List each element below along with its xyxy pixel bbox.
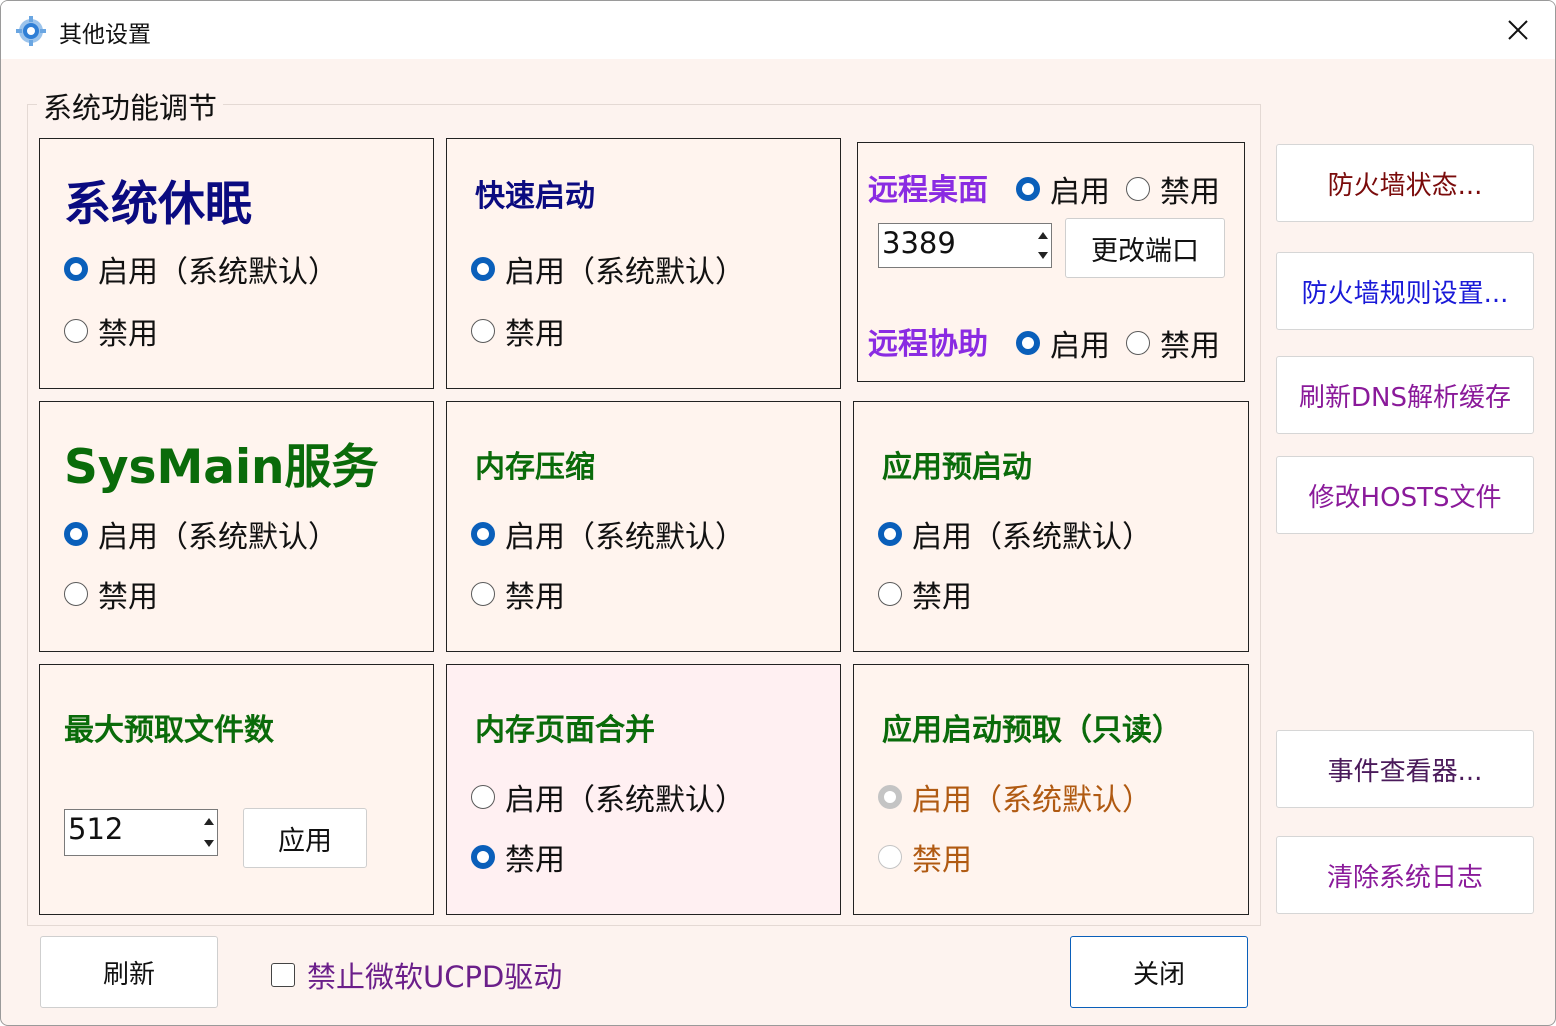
hibernate-title: 系统休眠 — [64, 177, 252, 232]
prefetch-count-input[interactable]: 512 — [64, 809, 218, 856]
spinner-arrows[interactable] — [1035, 224, 1051, 267]
edit-hosts-button[interactable]: 修改HOSTS文件 — [1276, 456, 1534, 534]
window-title: 其他设置 — [59, 22, 151, 48]
ucpd-checkbox[interactable]: 禁止微软UCPD驱动 — [271, 954, 562, 996]
prefetch-title: 最大预取文件数 — [64, 713, 274, 748]
checkbox-box[interactable] — [271, 963, 295, 987]
event-viewer-button[interactable]: 事件查看器... — [1276, 730, 1534, 808]
fastboot-enable-radio[interactable]: 启用（系统默认） — [471, 247, 745, 291]
remote-desktop-disable-radio[interactable]: 禁用 — [1126, 167, 1220, 211]
hibernate-panel: 系统休眠 启用（系统默认） 禁用 — [39, 138, 434, 389]
prelaunch-panel: 应用预启动 启用（系统默认） 禁用 — [853, 401, 1249, 652]
sysmain-enable-radio[interactable]: 启用（系统默认） — [64, 512, 338, 556]
memcompress-title: 内存压缩 — [475, 450, 595, 485]
sysmain-panel: SysMain服务 启用（系统默认） 禁用 — [39, 401, 434, 652]
remote-panel: 远程桌面 启用 禁用 3389 更改端口 远程协助 启用 禁用 — [857, 142, 1245, 382]
launchprefetch-title: 应用启动预取（只读） — [882, 713, 1182, 748]
fastboot-panel: 快速启动 启用（系统默认） 禁用 — [446, 138, 841, 389]
refresh-button[interactable]: 刷新 — [40, 936, 218, 1008]
ucpd-label: 禁止微软UCPD驱动 — [307, 960, 563, 994]
memcompress-panel: 内存压缩 启用（系统默认） 禁用 — [446, 401, 841, 652]
launchprefetch-disable-radio: 禁用 — [878, 835, 972, 879]
change-port-button[interactable]: 更改端口 — [1065, 218, 1225, 278]
pagecombine-enable-radio[interactable]: 启用（系统默认） — [471, 775, 745, 819]
memcompress-disable-radio[interactable]: 禁用 — [471, 572, 565, 616]
apply-button[interactable]: 应用 — [243, 808, 367, 868]
sysmain-title: SysMain服务 — [64, 440, 379, 495]
pagecombine-title: 内存页面合并 — [475, 713, 655, 748]
gear-icon — [16, 16, 46, 46]
group-legend: 系统功能调节 — [37, 85, 224, 127]
sysmain-disable-radio[interactable]: 禁用 — [64, 572, 158, 616]
remote-assist-title: 远程协助 — [868, 327, 988, 362]
spinner-arrows[interactable] — [201, 810, 217, 855]
prefetch-panel: 最大预取文件数 512 应用 — [39, 664, 434, 915]
prelaunch-enable-radio[interactable]: 启用（系统默认） — [878, 512, 1152, 556]
prelaunch-title: 应用预启动 — [882, 450, 1032, 485]
remote-desktop-enable-radio[interactable]: 启用 — [1016, 167, 1110, 211]
rdp-port-input[interactable]: 3389 — [878, 223, 1052, 268]
firewall-status-button[interactable]: 防火墙状态... — [1276, 144, 1534, 222]
pagecombine-panel: 内存页面合并 启用（系统默认） 禁用 — [446, 664, 841, 915]
launchprefetch-enable-radio: 启用（系统默认） — [878, 775, 1152, 819]
prelaunch-disable-radio[interactable]: 禁用 — [878, 572, 972, 616]
close-button[interactable]: 关闭 — [1070, 936, 1248, 1008]
memcompress-enable-radio[interactable]: 启用（系统默认） — [471, 512, 745, 556]
fastboot-title: 快速启动 — [475, 179, 595, 214]
launchprefetch-panel: 应用启动预取（只读） 启用（系统默认） 禁用 — [853, 664, 1249, 915]
fastboot-disable-radio[interactable]: 禁用 — [471, 309, 565, 353]
remote-assist-disable-radio[interactable]: 禁用 — [1126, 321, 1220, 365]
flush-dns-button[interactable]: 刷新DNS解析缓存 — [1276, 356, 1534, 434]
firewall-rules-button[interactable]: 防火墙规则设置... — [1276, 252, 1534, 330]
title-bar: 其他设置 — [1, 1, 1555, 59]
close-icon[interactable] — [1501, 13, 1535, 47]
clear-logs-button[interactable]: 清除系统日志 — [1276, 836, 1534, 914]
remote-desktop-title: 远程桌面 — [868, 173, 988, 208]
settings-window: 其他设置 系统功能调节 系统休眠 启用（系统默认） 禁用 快速启动 启用（系统默… — [0, 0, 1556, 1026]
remote-assist-enable-radio[interactable]: 启用 — [1016, 321, 1110, 365]
hibernate-disable-radio[interactable]: 禁用 — [64, 309, 158, 353]
pagecombine-disable-radio[interactable]: 禁用 — [471, 835, 565, 879]
hibernate-enable-radio[interactable]: 启用（系统默认） — [64, 247, 338, 291]
